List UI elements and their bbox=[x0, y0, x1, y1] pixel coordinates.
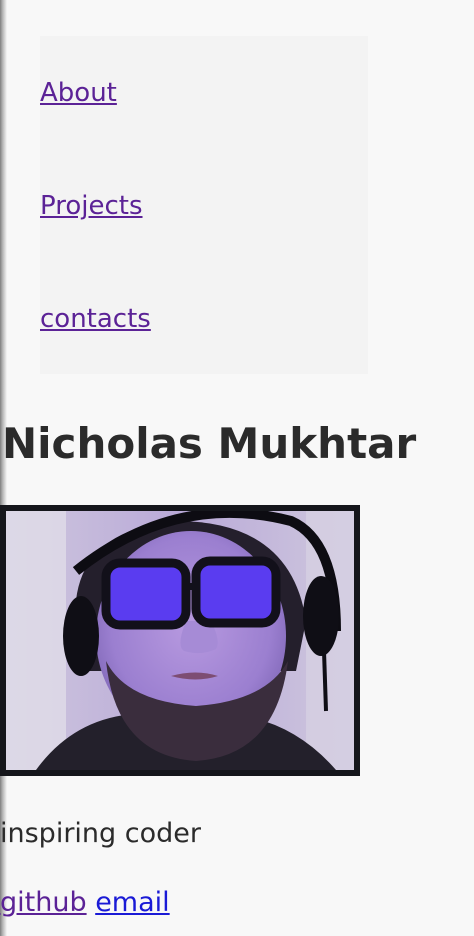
page-title: Nicholas Mukhtar bbox=[2, 419, 417, 468]
window-edge-shadow bbox=[0, 0, 7, 936]
nav-link-contacts[interactable]: contacts bbox=[40, 304, 151, 334]
profile-tagline: inspiring coder bbox=[0, 818, 201, 849]
profile-photo bbox=[0, 505, 360, 776]
nav-link-projects[interactable]: Projects bbox=[40, 191, 143, 221]
main-navigation: About Projects contacts bbox=[40, 36, 368, 374]
nav-link-about[interactable]: About bbox=[40, 78, 117, 108]
profile-photo-illustration bbox=[6, 511, 354, 770]
page: About Projects contacts Nicholas Mukhtar bbox=[0, 0, 474, 936]
social-links: github email bbox=[0, 886, 170, 920]
github-link[interactable]: github bbox=[0, 887, 87, 918]
email-link[interactable]: email bbox=[95, 887, 169, 918]
